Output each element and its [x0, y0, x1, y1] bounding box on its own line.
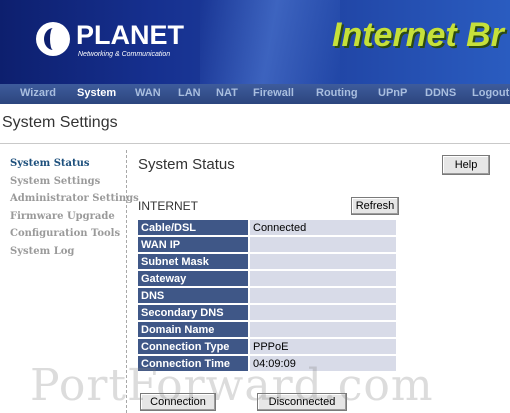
row-value-connection-type: PPPoE: [250, 339, 396, 354]
internet-heading: INTERNET: [138, 199, 198, 213]
banner-streak: [200, 0, 340, 84]
watermark: PortForward.com: [30, 360, 434, 411]
table-row: Connection Type PPPoE: [138, 339, 396, 354]
sidebar-item-system-settings[interactable]: System Settings: [10, 173, 128, 191]
table-row: Gateway: [138, 271, 396, 286]
brand-name: PLANET: [76, 20, 184, 50]
table-row: DNS: [138, 288, 396, 303]
row-value-cable-dsl: Connected: [250, 220, 396, 235]
row-label-connection-type: Connection Type: [138, 339, 248, 354]
nav-ddns[interactable]: DDNS: [425, 87, 456, 99]
brand-tagline: Networking & Communication: [78, 51, 171, 58]
row-value-domain-name: [250, 322, 396, 337]
row-label-domain-name: Domain Name: [138, 322, 248, 337]
row-label-subnet-mask: Subnet Mask: [138, 254, 248, 269]
table-row: Secondary DNS: [138, 305, 396, 320]
sidebar-item-configuration-tools[interactable]: Configuration Tools: [10, 225, 128, 243]
nav-firewall[interactable]: Firewall: [253, 87, 294, 99]
sidebar-item-system-status[interactable]: System Status: [10, 155, 128, 173]
page-title: System Settings: [2, 114, 118, 131]
nav-logout[interactable]: Logout: [472, 87, 509, 99]
row-label-secondary-dns: Secondary DNS: [138, 305, 248, 320]
nav-wan[interactable]: WAN: [135, 87, 161, 99]
row-label-cable-dsl: Cable/DSL: [138, 220, 248, 235]
nav-upnp[interactable]: UPnP: [378, 87, 407, 99]
title-divider: [0, 143, 510, 144]
row-value-dns: [250, 288, 396, 303]
table-row: Subnet Mask: [138, 254, 396, 269]
row-value-secondary-dns: [250, 305, 396, 320]
sidebar: System Status System Settings Administra…: [10, 155, 139, 261]
sidebar-item-firmware-upgrade[interactable]: Firmware Upgrade: [10, 208, 128, 226]
sidebar-item-system-log[interactable]: System Log: [10, 243, 128, 261]
row-value-gateway: [250, 271, 396, 286]
refresh-button[interactable]: Refresh: [351, 197, 399, 215]
row-label-dns: DNS: [138, 288, 248, 303]
row-label-gateway: Gateway: [138, 271, 248, 286]
nav-routing[interactable]: Routing: [316, 87, 358, 99]
nav-wizard[interactable]: Wizard: [20, 87, 56, 99]
row-value-wan-ip: [250, 237, 396, 252]
nav-lan[interactable]: LAN: [178, 87, 201, 99]
section-title: System Status: [138, 156, 235, 173]
planet-logo-icon: [36, 22, 70, 56]
nav-nat[interactable]: NAT: [216, 87, 238, 99]
header-banner: PLANET Networking & Communication Intern…: [0, 0, 510, 84]
table-row: Domain Name: [138, 322, 396, 337]
banner-title: Internet Br: [332, 16, 504, 54]
sidebar-item-administrator-settings[interactable]: Administrator Settings: [10, 190, 139, 208]
status-table: Cable/DSL Connected WAN IP Subnet Mask G…: [136, 218, 398, 373]
table-row: WAN IP: [138, 237, 396, 252]
table-row: Cable/DSL Connected: [138, 220, 396, 235]
help-button[interactable]: Help: [442, 155, 490, 175]
planet-logo: PLANET Networking & Communication: [36, 20, 186, 64]
row-label-wan-ip: WAN IP: [138, 237, 248, 252]
nav-system[interactable]: System: [77, 87, 116, 99]
top-nav: Wizard System WAN LAN NAT Firewall Routi…: [0, 84, 510, 104]
row-value-subnet-mask: [250, 254, 396, 269]
